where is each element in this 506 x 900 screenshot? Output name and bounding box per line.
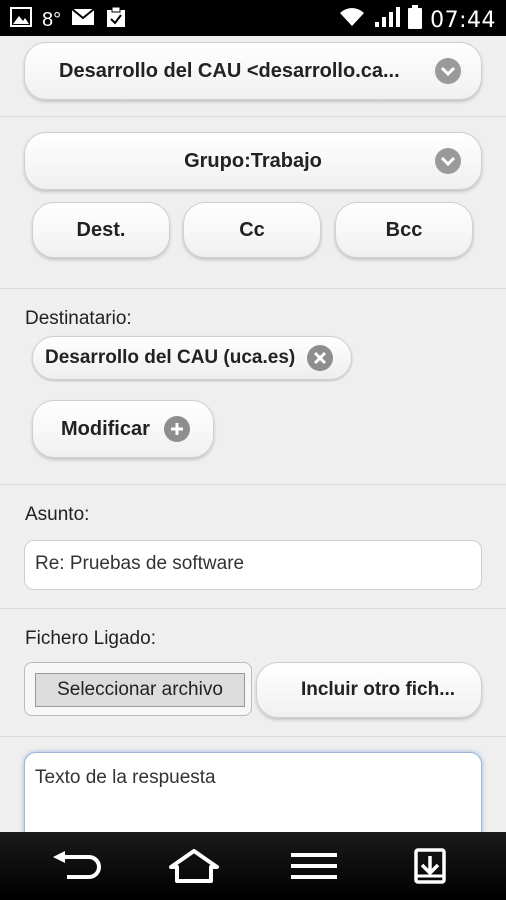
subject-label: Asunto: xyxy=(25,504,90,525)
download-icon[interactable] xyxy=(400,844,460,888)
recipient-tag-label: Desarrollo del CAU (uca.es) xyxy=(45,347,296,368)
bcc-button-label: Bcc xyxy=(385,218,423,241)
status-bar: 8° 07:44 xyxy=(0,0,506,36)
subject-value: Re: Pruebas de software xyxy=(35,553,245,574)
file-input: Seleccionar archivo xyxy=(24,662,252,716)
attachment-label: Fichero Ligado: xyxy=(25,628,156,649)
bcc-button[interactable]: Bcc xyxy=(335,202,473,258)
from-select-value: Desarrollo del CAU <desarrollo.ca... xyxy=(59,59,400,82)
plus-circle-icon xyxy=(163,416,190,442)
add-another-file-label: Incluir otro fich... xyxy=(300,679,456,700)
add-another-file-button[interactable]: Incluir otro fich... xyxy=(256,662,482,718)
menu-icon[interactable] xyxy=(284,844,344,888)
dest-button[interactable]: Dest. xyxy=(32,202,170,258)
body-textarea[interactable]: Texto de la respuesta xyxy=(24,752,482,832)
signal-icon xyxy=(374,6,401,34)
group-section: Grupo:Trabajo Dest. Cc Bcc xyxy=(0,116,506,289)
group-select[interactable]: Grupo:Trabajo xyxy=(24,132,482,190)
home-icon[interactable] xyxy=(164,844,224,888)
chevron-down-icon xyxy=(435,148,461,174)
clipboard-icon xyxy=(105,6,127,34)
image-icon xyxy=(10,7,32,33)
wifi-icon xyxy=(338,6,366,34)
choose-file-label: Seleccionar archivo xyxy=(57,679,223,700)
dest-button-label: Dest. xyxy=(76,218,126,241)
notification-text: 8° xyxy=(42,8,62,31)
from-select[interactable]: Desarrollo del CAU <desarrollo.ca... xyxy=(24,42,482,100)
nav-bar xyxy=(0,832,506,900)
remove-recipient-icon[interactable] xyxy=(307,345,334,371)
cc-button[interactable]: Cc xyxy=(183,202,321,258)
modify-recipients-button[interactable]: Modificar xyxy=(32,400,214,458)
mail-icon xyxy=(71,8,95,32)
recipient-tag: Desarrollo del CAU (uca.es) xyxy=(32,336,353,380)
modify-button-label: Modificar xyxy=(61,417,150,440)
cc-button-label: Cc xyxy=(239,218,265,241)
group-select-value: Grupo:Trabajo xyxy=(184,149,322,172)
body-placeholder: Texto de la respuesta xyxy=(35,767,216,788)
subject-input[interactable]: Re: Pruebas de software xyxy=(24,540,482,590)
recipient-label: Destinatario: xyxy=(25,308,132,329)
back-icon[interactable] xyxy=(46,844,106,888)
choose-file-button[interactable]: Seleccionar archivo xyxy=(35,673,245,707)
clock: 07:44 xyxy=(430,7,496,33)
chevron-down-icon xyxy=(435,58,461,84)
compose-form: Desarrollo del CAU <desarrollo.ca... Gru… xyxy=(0,36,506,832)
from-section: Desarrollo del CAU <desarrollo.ca... xyxy=(0,36,506,117)
battery-icon xyxy=(408,5,423,35)
